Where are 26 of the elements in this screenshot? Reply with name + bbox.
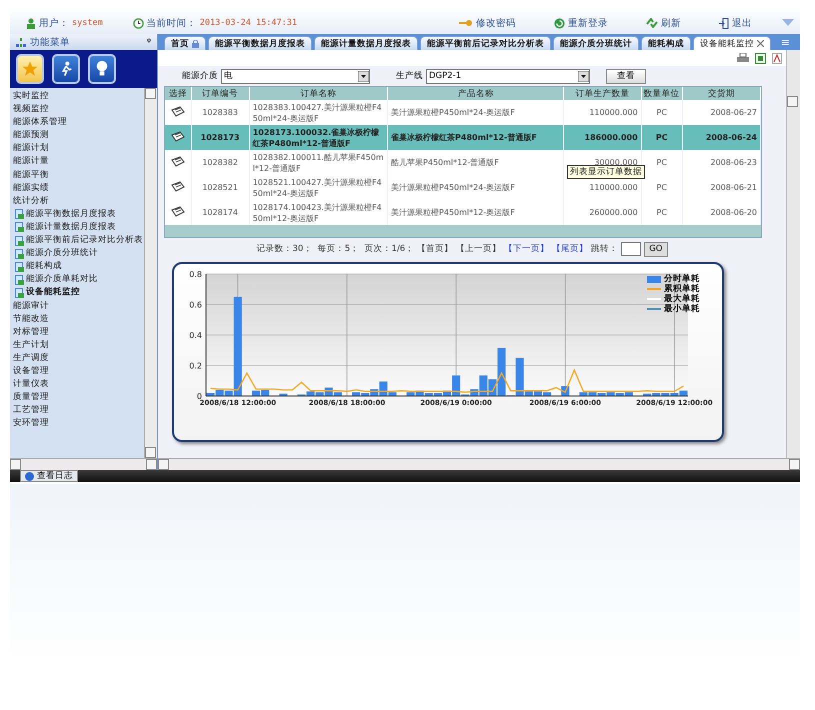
user-name: system [72, 18, 103, 28]
y-tick-label: 0.4 [189, 331, 202, 340]
sidebar-title: 功能菜单 [30, 36, 70, 48]
tooltip: 列表显示订单数据 [567, 165, 645, 179]
column-header: 订单生产数量 [564, 87, 642, 100]
column-header: 产品名称 [388, 87, 564, 100]
column-header: 订单名称 [249, 87, 388, 100]
record-summary: 记录数：30； 每页：5； 页次：1/6； [256, 243, 414, 255]
time-label: 当前时间： [146, 16, 197, 30]
y-tick-label: 0.8 [189, 270, 202, 279]
filter-label: 生产线 [396, 70, 423, 82]
legend-item: 最大单耗 [647, 294, 700, 304]
jump-label: 跳转： [591, 243, 618, 255]
column-header: 订单编号 [191, 87, 250, 100]
current-time: 2013-03-24 15:47:31 [200, 18, 297, 28]
y-tick-label: 0.2 [189, 362, 202, 370]
y-tick-label: 0 [196, 392, 202, 401]
column-header: 选择 [165, 87, 192, 100]
column-header: 交货期 [682, 87, 760, 100]
legend-item: 最小单耗 [647, 304, 700, 314]
filter-label: 能源介质 [182, 70, 218, 82]
legend-item: 累积单耗 [647, 284, 700, 294]
user-label: 用户： [39, 16, 69, 30]
y-tick-label: 0.6 [189, 300, 202, 310]
column-header: 数量单位 [641, 87, 682, 100]
legend-item: 分时单耗 [647, 274, 700, 284]
